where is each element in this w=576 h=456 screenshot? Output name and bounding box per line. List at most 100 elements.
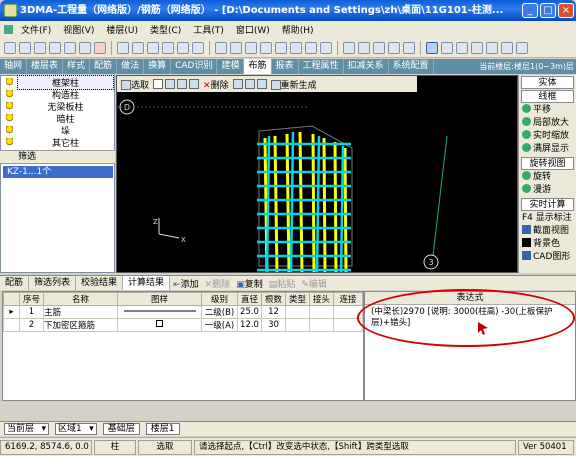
color-icon[interactable]	[456, 41, 468, 54]
tree-item-pier[interactable]: 垛	[1, 124, 114, 137]
zoom-icon[interactable]	[260, 41, 272, 54]
delete-row-button[interactable]: ✕删除	[202, 277, 234, 290]
new-icon[interactable]	[4, 41, 16, 54]
maximize-icon[interactable]: □	[540, 3, 556, 18]
print-icon[interactable]	[49, 41, 61, 54]
sheet-tab-floor1[interactable]: 楼层1	[145, 423, 180, 435]
tab-deduction[interactable]: 扣减关系	[344, 59, 389, 74]
pan-button[interactable]: 平移	[519, 104, 576, 117]
tab-modeling[interactable]: 建模	[217, 59, 245, 74]
tab-floor-table[interactable]: 楼层表	[27, 59, 64, 74]
calc-icon[interactable]	[162, 41, 174, 54]
tree-item-beamless-column[interactable]: 无梁板柱	[1, 100, 114, 113]
realtime-zoom-button[interactable]: 实时缩放	[519, 130, 576, 143]
report-icon[interactable]	[177, 41, 189, 54]
section-view-button[interactable]: 截面视图	[519, 225, 576, 238]
grid-toggle-icon[interactable]	[320, 41, 332, 54]
sheet-tab-foundation[interactable]: 基础层	[102, 423, 140, 435]
tab-place-rebar[interactable]: 布筋	[244, 59, 272, 74]
cell-level: 一级(A)	[201, 318, 238, 332]
3d-viewport[interactable]: 选取 ✕删除 重新生成 D 3	[116, 75, 518, 273]
menu-view[interactable]: 视图(V)	[57, 23, 100, 36]
tab-conversion[interactable]: 换算	[144, 59, 172, 74]
tab-axis[interactable]: 轴网	[0, 59, 28, 74]
tab-system-config[interactable]: 系统配置	[389, 59, 434, 74]
menu-help[interactable]: 帮助(H)	[276, 23, 320, 36]
view-3d-icon[interactable]	[215, 41, 227, 54]
tab-style[interactable]: 样式	[63, 59, 91, 74]
menu-type[interactable]: 类型(C)	[144, 23, 187, 36]
ortho-icon[interactable]	[305, 41, 317, 54]
menu-bar: 文件(F) 视图(V) 楼层(U) 类型(C) 工具(T) 窗口(W) 帮助(H…	[0, 21, 576, 38]
menu-window[interactable]: 窗口(W)	[230, 23, 276, 36]
svg-text:Z: Z	[153, 218, 158, 226]
walk-button[interactable]: 漫游	[519, 184, 576, 197]
rebar-icon[interactable]	[403, 41, 415, 54]
area-select[interactable]: 区域1	[55, 423, 97, 435]
slab-icon[interactable]	[373, 41, 385, 54]
tree-item-structural-column[interactable]: 构造柱	[1, 88, 114, 101]
wireframe-button[interactable]: 线框	[521, 90, 574, 103]
table-row[interactable]: 2 下加密区箍筋 一级(A) 12.0 30	[3, 318, 363, 332]
show-label-button[interactable]: F4 显示标注	[519, 212, 576, 225]
rotate-view-dropdown[interactable]: 旋转视图	[521, 157, 574, 170]
flag-icon[interactable]	[501, 41, 513, 54]
tab-method[interactable]: 做法	[117, 59, 145, 74]
close-icon[interactable]: ×	[558, 3, 574, 18]
snap-icon[interactable]	[290, 41, 302, 54]
edit-icon[interactable]	[147, 41, 159, 54]
open-icon[interactable]	[19, 41, 31, 54]
table-row[interactable]: ▸ 1 主筋 二级(B) 25.0 12	[3, 305, 363, 319]
paste-button[interactable]: ▤粘贴	[266, 277, 299, 290]
col-pattern: 图样	[117, 292, 202, 306]
zoom-window-button[interactable]: 局部放大	[519, 117, 576, 130]
copy-button[interactable]: ▣复制	[233, 277, 266, 290]
undo-icon[interactable]	[64, 41, 76, 54]
menu-file[interactable]: 文件(F)	[15, 23, 57, 36]
view-top-icon[interactable]	[230, 41, 242, 54]
highlight-annotation	[357, 289, 575, 347]
fit-screen-button[interactable]: 满屏显示	[519, 143, 576, 156]
menu-tools[interactable]: 工具(T)	[187, 23, 230, 36]
tab-filter-list[interactable]: 筛选列表	[29, 276, 77, 290]
cad-graphics-button[interactable]: CAD图形	[519, 251, 576, 264]
tab-calc-result[interactable]: 计算结果	[123, 276, 171, 290]
rotate-button[interactable]: 旋转	[519, 171, 576, 184]
tab-cad-recognition[interactable]: CAD识别	[171, 59, 218, 74]
grid-icon[interactable]	[132, 41, 144, 54]
add-button[interactable]: ⇤添加	[170, 277, 202, 290]
edit-button[interactable]: ✎编辑	[298, 277, 330, 290]
paint-icon[interactable]	[441, 41, 453, 54]
tab-report[interactable]: 报表	[272, 59, 299, 74]
col-expand	[3, 292, 20, 306]
tree-item-other-column[interactable]: 其它柱	[1, 136, 114, 149]
background-color-button[interactable]: 背景色	[519, 238, 576, 251]
beam-icon[interactable]	[358, 41, 370, 54]
measure-icon[interactable]	[275, 41, 287, 54]
pen-icon[interactable]	[486, 41, 498, 54]
redo-icon[interactable]	[79, 41, 91, 54]
select-mode-icon[interactable]	[426, 41, 438, 54]
filter-icon[interactable]	[471, 41, 483, 54]
tab-project-props[interactable]: 工程属性	[299, 59, 344, 74]
wall-icon[interactable]	[388, 41, 400, 54]
settings-icon[interactable]	[516, 41, 528, 54]
floor-select[interactable]: 当前层	[4, 423, 50, 435]
filter-list-item[interactable]: KZ-1...1个	[3, 166, 113, 178]
table-icon[interactable]	[117, 41, 129, 54]
layer-icon[interactable]	[192, 41, 204, 54]
tree-item-frame-column[interactable]: 框架柱	[1, 74, 114, 90]
minimize-icon[interactable]: _	[522, 3, 538, 18]
column-icon[interactable]	[343, 41, 355, 54]
solid-view-button[interactable]: 实体	[521, 76, 574, 89]
delete-icon[interactable]	[94, 41, 106, 54]
svg-text:X: X	[181, 236, 186, 244]
tab-check-result[interactable]: 校验结果	[76, 276, 124, 290]
view-front-icon[interactable]	[245, 41, 257, 54]
menu-floor[interactable]: 楼层(U)	[100, 23, 144, 36]
save-icon[interactable]	[34, 41, 46, 54]
realtime-calc-button[interactable]: 实时计算	[521, 198, 574, 211]
tab-rebar-config[interactable]: 配筋	[90, 59, 118, 74]
tab-rebar[interactable]: 配筋	[0, 276, 30, 290]
tree-item-hidden-column[interactable]: 暗柱	[1, 112, 114, 125]
